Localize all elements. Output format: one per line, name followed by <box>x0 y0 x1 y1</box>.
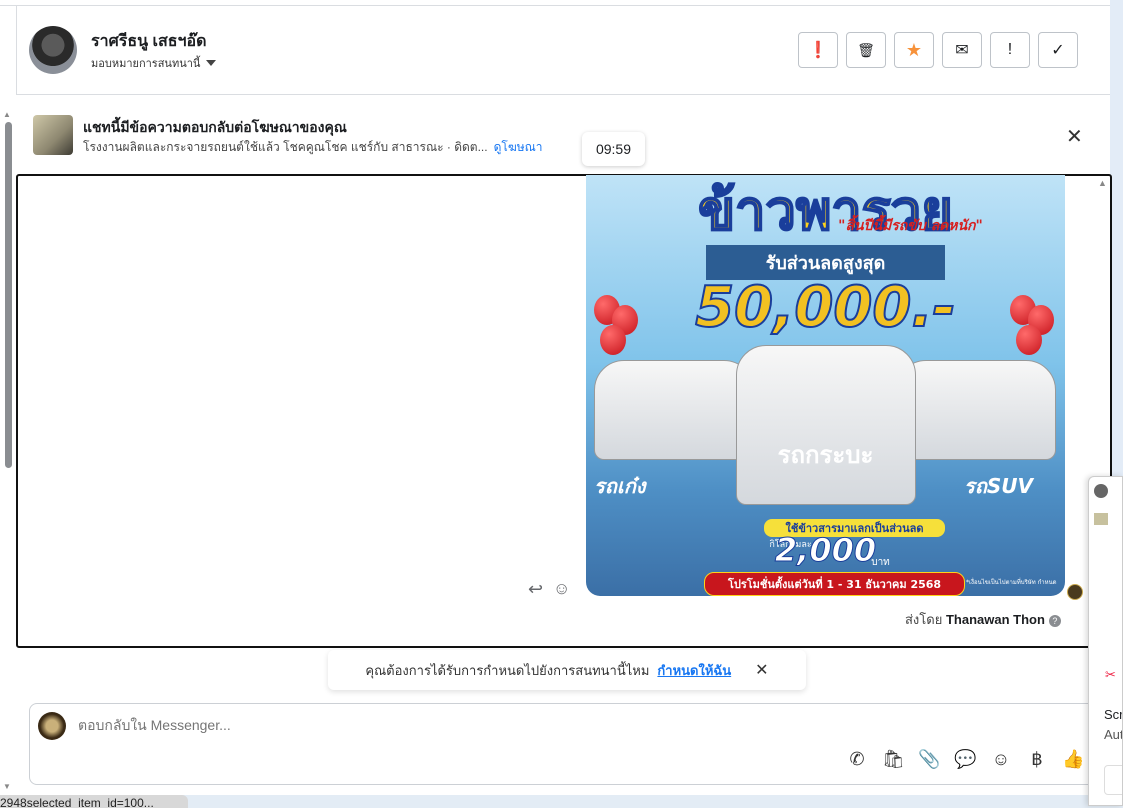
sender-avatar <box>1067 584 1083 600</box>
sender-name: Thanawan Thon <box>945 612 1045 627</box>
poster-baht: บาท <box>871 557 890 568</box>
close-ad-banner-icon[interactable]: ✕ <box>1066 124 1083 149</box>
ad-banner-title: แชทนี้มีข้อความตอบกลับต่อโฆษณาของคุณ <box>83 119 347 135</box>
alert-circle-icon: ❗ <box>808 42 828 59</box>
paperclip-icon[interactable]: 📎 <box>918 749 940 770</box>
shopping-bag-icon[interactable]: 🛍 <box>882 749 905 770</box>
help-icon[interactable]: ? <box>1048 615 1061 627</box>
assign-label: มอบหมายการสนทนานี้ <box>91 58 201 70</box>
poster-pickup-label: รถกระบะ <box>777 441 874 469</box>
reply-icon[interactable]: ↩ <box>528 579 543 600</box>
phone-icon[interactable]: ✆ <box>846 749 868 770</box>
poster-title: ข้าวพารวย <box>697 178 953 243</box>
emoji-icon[interactable]: ☺ <box>990 749 1012 770</box>
assign-prompt: คุณต้องการได้รับการกำหนดไปยังการสนทนานี้… <box>328 650 806 690</box>
status-url: 2948selected_item_id=100... <box>0 795 188 808</box>
poster-promo-dates: โปรโมชั่นตั้งแต่วันที่ 1 - 31 ธันวาคม 25… <box>704 572 965 596</box>
ad-banner-subtitle: โรงงานผลิตและกระจายรถยนต์ใช้แล้ว โชคคูณโ… <box>83 138 543 157</box>
popup-subtitle: Aut <box>1104 727 1123 742</box>
conversation-actions: ❗ 🗑 ★ ✉ ! ✓ <box>798 32 1078 68</box>
follow-up-button[interactable]: ! <box>990 32 1030 68</box>
react-emoji-icon[interactable]: ☺ <box>553 579 570 599</box>
ad-thumbnail <box>33 115 73 155</box>
caret-down-icon <box>206 60 217 66</box>
assign-conversation-dropdown[interactable]: มอบหมายการสนทนานี้ <box>91 54 217 72</box>
sent-by: ส่งโดย Thanawan Thon? <box>905 609 1061 630</box>
baht-icon[interactable]: ฿ <box>1026 749 1048 770</box>
ad-subtitle-text: โรงงานผลิตและกระจายรถยนต์ใช้แล้ว โชคคูณโ… <box>83 140 488 154</box>
scroll-up-arrow-icon[interactable]: ▲ <box>3 110 11 119</box>
assign-to-me-link[interactable]: กำหนดให้ฉัน <box>657 660 731 681</box>
star-button[interactable]: ★ <box>894 32 934 68</box>
spam-button[interactable]: ❗ <box>798 32 838 68</box>
poster-note: *เงื่อนไขเป็นไปตามที่บริษัท กำหนด <box>966 579 1057 586</box>
popup-title: Scr <box>1104 707 1123 722</box>
check-icon: ✓ <box>1051 42 1065 59</box>
reply-input[interactable] <box>78 717 778 733</box>
star-icon: ★ <box>905 39 923 60</box>
delete-button[interactable]: 🗑 <box>846 32 886 68</box>
poster-sedan-label: รถเก๋ง <box>594 474 646 498</box>
poster-tagline: "สิ้นปีนี้มีรถขับ ลดหนัก" <box>838 218 983 234</box>
message-composer <box>29 703 1119 785</box>
assign-prompt-text: คุณต้องการได้รับการกำหนดไปยังการสนทนานี้… <box>365 662 650 678</box>
done-button[interactable]: ✓ <box>1038 32 1078 68</box>
page-avatar <box>38 712 66 740</box>
divider <box>16 94 1110 95</box>
exclamation-icon: ! <box>1007 41 1013 58</box>
scroll-down-arrow-icon[interactable]: ▼ <box>3 782 11 791</box>
composer-tools: ✆ 🛍 📎 💬 ☺ ฿ 👍 <box>846 749 1084 770</box>
trash-icon: 🗑 <box>857 41 875 58</box>
contact-name[interactable]: ราศรีธนู เสธฯอ๊ด <box>91 29 206 54</box>
poster-suv-label: รถSUV <box>964 474 1033 498</box>
divider <box>16 5 17 95</box>
message-timestamp-tooltip: 09:59 <box>582 132 645 166</box>
thumbs-up-icon[interactable]: 👍 <box>1062 749 1084 770</box>
balloon <box>1016 325 1042 355</box>
saved-reply-icon[interactable]: 💬 <box>954 749 976 770</box>
poster-amount: 50,000.- <box>694 274 957 341</box>
scrollbar-thumb[interactable] <box>5 122 12 468</box>
sent-by-label: ส่งโดย <box>905 612 943 627</box>
scroll-up-arrow-icon[interactable]: ▲ <box>1098 178 1107 188</box>
contact-avatar[interactable] <box>29 26 77 74</box>
side-popup[interactable]: ✂ Scr Aut <box>1088 476 1123 806</box>
message-image[interactable]: ข้าวพารวย "สิ้นปีนี้มีรถขับ ลดหนัก" รับส… <box>586 175 1065 596</box>
balloon <box>600 325 626 355</box>
snipping-tool-icon: ✂ <box>1105 667 1116 682</box>
pickup-truck <box>736 345 916 505</box>
popup-button[interactable] <box>1104 765 1122 795</box>
envelope-icon: ✉ <box>955 42 969 59</box>
popup-avatar <box>1094 484 1108 498</box>
divider <box>0 5 1110 6</box>
close-icon[interactable]: ✕ <box>755 660 768 680</box>
popup-thumbnail <box>1094 513 1108 525</box>
mark-unread-button[interactable]: ✉ <box>942 32 982 68</box>
view-ad-link[interactable]: ดูโฆษณา <box>494 140 543 154</box>
